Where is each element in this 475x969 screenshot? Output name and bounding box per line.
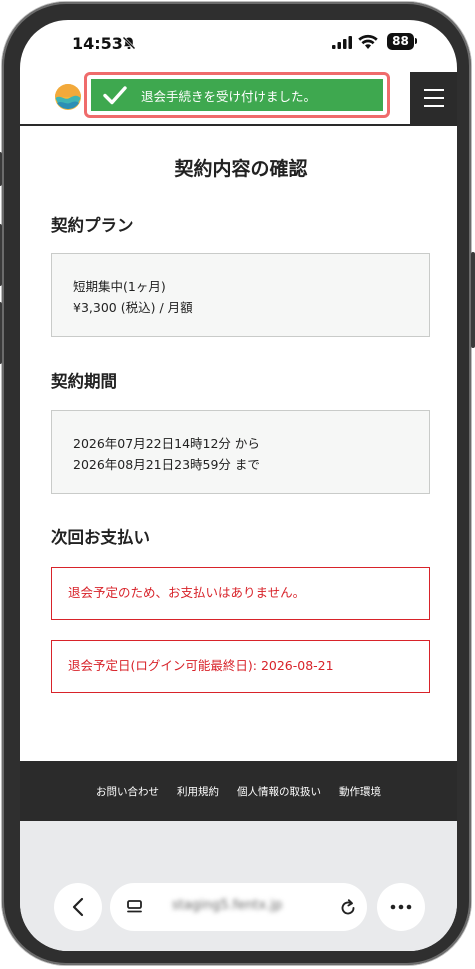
url-text: staging5.fentx.jp <box>172 898 283 913</box>
status-time: 14:53 <box>72 34 123 53</box>
battery-level: 88 <box>392 34 409 48</box>
payment-heading: 次回お支払い <box>51 528 150 547</box>
volume-down-button <box>0 302 2 364</box>
back-button[interactable] <box>54 883 102 931</box>
address-bar[interactable]: staging5.fentx.jp <box>110 883 367 931</box>
site-footer: お問い合わせ 利用規約 個人情報の取扱い 動作環境 <box>20 761 457 821</box>
withdrawal-date-notice: 退会予定日(ログイン可能最終日): 2026-08-21 <box>51 640 430 693</box>
checkmark-icon <box>103 86 127 105</box>
period-start: 2026年07月22日14時12分 から <box>73 436 260 451</box>
cellular-signal-icon <box>332 36 352 49</box>
chevron-left-icon <box>72 897 84 917</box>
footer-link-terms[interactable]: 利用規約 <box>177 784 219 799</box>
footer-link-privacy[interactable]: 個人情報の取扱い <box>237 784 321 799</box>
status-bar: 14:53 88 <box>20 20 457 68</box>
silent-switch <box>0 152 2 186</box>
no-payment-notice: 退会予定のため、お支払いはありません。 <box>51 567 430 620</box>
plan-info-box: 短期集中(1ヶ月) ¥3,300 (税込) / 月額 <box>51 253 430 337</box>
plan-heading: 契約プラン <box>51 216 134 235</box>
period-end: 2026年08月21日23時59分 まで <box>73 457 260 472</box>
tabs-icon <box>127 900 142 913</box>
phone-frame: 14:53 88 退会手続きを受け付けました。 契約内容の確認 契約プラン 短期… <box>0 2 475 965</box>
footer-link-contact[interactable]: お問い合わせ <box>96 784 159 799</box>
toast-message: 退会手続きを受け付けました。 <box>141 88 317 104</box>
success-toast: 退会手続きを受け付けました。 <box>91 79 383 111</box>
menu-bar-bottom <box>424 105 444 107</box>
period-heading: 契約期間 <box>51 372 117 391</box>
hamburger-menu-button[interactable] <box>410 72 457 124</box>
screen: 14:53 88 退会手続きを受け付けました。 契約内容の確認 契約プラン 短期… <box>20 20 457 951</box>
reload-icon[interactable] <box>339 897 357 917</box>
battery-indicator: 88 <box>387 33 414 50</box>
period-info-box: 2026年07月22日14時12分 から 2026年08月21日23時59分 ま… <box>51 410 430 494</box>
volume-up-button <box>0 224 2 286</box>
browser-toolbar: staging5.fentx.jp <box>20 821 457 951</box>
power-button <box>471 252 475 348</box>
menu-bar-middle <box>424 97 444 99</box>
wifi-icon <box>358 34 378 49</box>
site-logo-icon[interactable] <box>53 82 83 112</box>
menu-bar-top <box>424 89 444 91</box>
more-options-button[interactable] <box>377 883 425 931</box>
plan-name: 短期集中(1ヶ月) <box>73 279 166 294</box>
plan-price: ¥3,300 (税込) / 月額 <box>73 300 193 315</box>
page-title: 契約内容の確認 <box>174 158 308 180</box>
more-dots-icon <box>390 904 412 910</box>
footer-link-environment[interactable]: 動作環境 <box>339 784 381 799</box>
battery-tip <box>415 38 417 44</box>
toast-highlight: 退会手続きを受け付けました。 <box>84 72 390 118</box>
bell-muted-icon <box>122 36 136 50</box>
